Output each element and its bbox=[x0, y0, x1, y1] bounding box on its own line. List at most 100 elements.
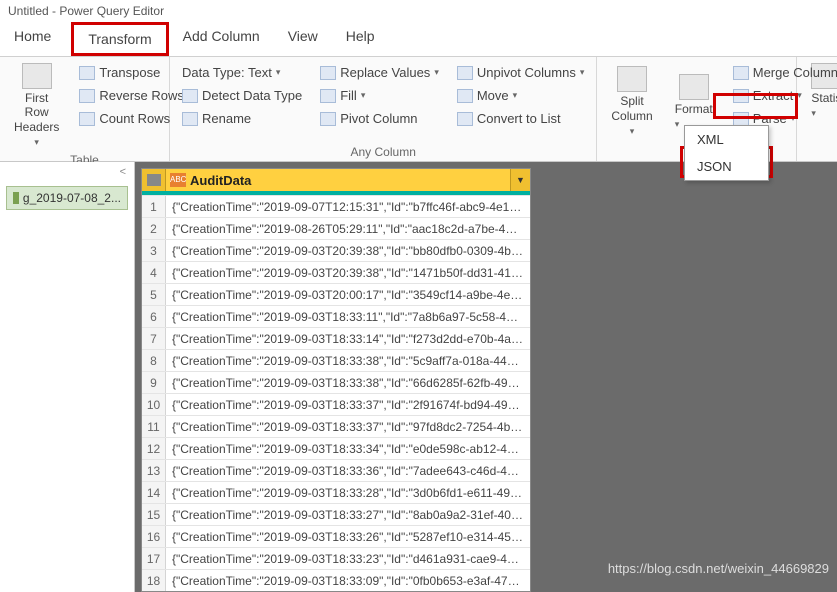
pivot-column-button[interactable]: Pivot Column bbox=[316, 109, 443, 128]
row-number[interactable]: 3 bbox=[142, 240, 166, 261]
cell-value[interactable]: {"CreationTime":"2019-09-03T18:33:38","I… bbox=[166, 350, 530, 371]
cell-value[interactable]: {"CreationTime":"2019-09-03T18:33:36","I… bbox=[166, 460, 530, 481]
cell-value[interactable]: {"CreationTime":"2019-09-03T18:33:23","I… bbox=[166, 548, 530, 569]
detect-icon bbox=[182, 89, 198, 103]
cell-value[interactable]: {"CreationTime":"2019-09-07T12:15:31","I… bbox=[166, 196, 530, 217]
transpose-icon bbox=[79, 66, 95, 80]
reverse-icon bbox=[79, 89, 95, 103]
table-row[interactable]: 6{"CreationTime":"2019-09-03T18:33:11","… bbox=[142, 305, 530, 327]
column-type-icon[interactable]: ABC bbox=[170, 173, 186, 187]
table-row[interactable]: 2{"CreationTime":"2019-08-26T05:29:11","… bbox=[142, 217, 530, 239]
rename-icon bbox=[182, 112, 198, 126]
cell-value[interactable]: {"CreationTime":"2019-09-03T18:33:26","I… bbox=[166, 526, 530, 547]
table-row[interactable]: 16{"CreationTime":"2019-09-03T18:33:26",… bbox=[142, 525, 530, 547]
row-number[interactable]: 17 bbox=[142, 548, 166, 569]
collapse-queries-button[interactable]: < bbox=[0, 162, 134, 182]
table-row[interactable]: 10{"CreationTime":"2019-09-03T18:33:37",… bbox=[142, 393, 530, 415]
convert-to-list-button[interactable]: Convert to List bbox=[453, 109, 589, 128]
query-item[interactable]: g_2019-07-08_2... bbox=[6, 186, 128, 210]
row-number[interactable]: 9 bbox=[142, 372, 166, 393]
ribbon-tabs: Home Transform Add Column View Help bbox=[0, 22, 837, 57]
query-icon bbox=[13, 192, 19, 204]
count-icon bbox=[79, 112, 95, 126]
window-title: Untitled - Power Query Editor bbox=[0, 0, 837, 22]
table-row[interactable]: 9{"CreationTime":"2019-09-03T18:33:38","… bbox=[142, 371, 530, 393]
cell-value[interactable]: {"CreationTime":"2019-09-03T18:33:09","I… bbox=[166, 570, 530, 591]
cell-value[interactable]: {"CreationTime":"2019-09-03T20:39:38","I… bbox=[166, 240, 530, 261]
merge-columns-button[interactable]: Merge Columns bbox=[729, 63, 837, 82]
row-number[interactable]: 15 bbox=[142, 504, 166, 525]
fill-button[interactable]: Fill bbox=[316, 86, 443, 105]
table-row[interactable]: 15{"CreationTime":"2019-09-03T18:33:27",… bbox=[142, 503, 530, 525]
data-type-button[interactable]: Data Type: Text bbox=[178, 63, 306, 82]
cell-value[interactable]: {"CreationTime":"2019-09-03T18:33:11","I… bbox=[166, 306, 530, 327]
data-preview: ABC AuditData ▼ 1{"CreationTime":"2019-0… bbox=[135, 162, 837, 592]
cell-value[interactable]: {"CreationTime":"2019-09-03T20:00:17","I… bbox=[166, 284, 530, 305]
unpivot-icon bbox=[457, 66, 473, 80]
row-number[interactable]: 8 bbox=[142, 350, 166, 371]
table-row[interactable]: 7{"CreationTime":"2019-09-03T18:33:14","… bbox=[142, 327, 530, 349]
cell-value[interactable]: {"CreationTime":"2019-09-03T18:33:34","I… bbox=[166, 438, 530, 459]
row-number[interactable]: 13 bbox=[142, 460, 166, 481]
select-all-corner[interactable] bbox=[142, 169, 166, 191]
table-row[interactable]: 4{"CreationTime":"2019-09-03T20:39:38","… bbox=[142, 261, 530, 283]
table-row[interactable]: 12{"CreationTime":"2019-09-03T18:33:34",… bbox=[142, 437, 530, 459]
data-grid: ABC AuditData ▼ 1{"CreationTime":"2019-0… bbox=[141, 168, 531, 592]
queries-pane: < g_2019-07-08_2... bbox=[0, 162, 135, 592]
merge-icon bbox=[733, 66, 749, 80]
row-number[interactable]: 6 bbox=[142, 306, 166, 327]
table-row[interactable]: 3{"CreationTime":"2019-09-03T20:39:38","… bbox=[142, 239, 530, 261]
split-icon bbox=[617, 66, 647, 92]
parse-json-item[interactable]: JSON bbox=[685, 153, 768, 180]
replace-icon bbox=[320, 66, 336, 80]
tab-view[interactable]: View bbox=[274, 22, 332, 56]
table-row[interactable]: 17{"CreationTime":"2019-09-03T18:33:23",… bbox=[142, 547, 530, 569]
row-number[interactable]: 18 bbox=[142, 570, 166, 591]
table-row[interactable]: 11{"CreationTime":"2019-09-03T18:33:37",… bbox=[142, 415, 530, 437]
table-row[interactable]: 5{"CreationTime":"2019-09-03T20:00:17","… bbox=[142, 283, 530, 305]
table-row[interactable]: 18{"CreationTime":"2019-09-03T18:33:09",… bbox=[142, 569, 530, 591]
row-number[interactable]: 5 bbox=[142, 284, 166, 305]
table-row[interactable]: 14{"CreationTime":"2019-09-03T18:33:28",… bbox=[142, 481, 530, 503]
list-icon bbox=[457, 112, 473, 126]
cell-value[interactable]: {"CreationTime":"2019-09-03T18:33:37","I… bbox=[166, 416, 530, 437]
column-filter-button[interactable]: ▼ bbox=[510, 169, 530, 191]
table-row[interactable]: 1{"CreationTime":"2019-09-07T12:15:31","… bbox=[142, 195, 530, 217]
parse-xml-item[interactable]: XML bbox=[685, 126, 768, 153]
cell-value[interactable]: {"CreationTime":"2019-09-03T20:39:38","I… bbox=[166, 262, 530, 283]
tab-transform[interactable]: Transform bbox=[71, 22, 168, 56]
row-number[interactable]: 16 bbox=[142, 526, 166, 547]
row-number[interactable]: 2 bbox=[142, 218, 166, 239]
parse-dropdown: XML JSON bbox=[684, 125, 769, 181]
cell-value[interactable]: {"CreationTime":"2019-09-03T18:33:38","I… bbox=[166, 372, 530, 393]
row-number[interactable]: 11 bbox=[142, 416, 166, 437]
table-row[interactable]: 13{"CreationTime":"2019-09-03T18:33:36",… bbox=[142, 459, 530, 481]
row-number[interactable]: 14 bbox=[142, 482, 166, 503]
column-header[interactable]: ABC AuditData ▼ bbox=[142, 169, 530, 191]
cell-value[interactable]: {"CreationTime":"2019-09-03T18:33:14","I… bbox=[166, 328, 530, 349]
cell-value[interactable]: {"CreationTime":"2019-09-03T18:33:27","I… bbox=[166, 504, 530, 525]
move-button[interactable]: Move bbox=[453, 86, 589, 105]
table-row[interactable]: 8{"CreationTime":"2019-09-03T18:33:38","… bbox=[142, 349, 530, 371]
use-first-row-headers-button[interactable]: First Row Headers bbox=[8, 61, 65, 151]
row-number[interactable]: 10 bbox=[142, 394, 166, 415]
format-icon bbox=[679, 74, 709, 100]
detect-data-type-button[interactable]: Detect Data Type bbox=[178, 86, 306, 105]
tab-add-column[interactable]: Add Column bbox=[169, 22, 274, 56]
rename-button[interactable]: Rename bbox=[178, 109, 306, 128]
row-number[interactable]: 1 bbox=[142, 196, 166, 217]
row-number[interactable]: 4 bbox=[142, 262, 166, 283]
row-number[interactable]: 7 bbox=[142, 328, 166, 349]
cell-value[interactable]: {"CreationTime":"2019-09-03T18:33:28","I… bbox=[166, 482, 530, 503]
table-corner-icon bbox=[147, 174, 161, 186]
split-column-button[interactable]: Split Column bbox=[605, 61, 658, 143]
group-any-column-label: Any Column bbox=[178, 143, 588, 159]
tab-home[interactable]: Home bbox=[0, 22, 65, 56]
tab-help[interactable]: Help bbox=[332, 22, 389, 56]
column-name[interactable]: AuditData bbox=[190, 173, 510, 188]
cell-value[interactable]: {"CreationTime":"2019-08-26T05:29:11","I… bbox=[166, 218, 530, 239]
unpivot-columns-button[interactable]: Unpivot Columns bbox=[453, 63, 589, 82]
row-number[interactable]: 12 bbox=[142, 438, 166, 459]
cell-value[interactable]: {"CreationTime":"2019-09-03T18:33:37","I… bbox=[166, 394, 530, 415]
replace-values-button[interactable]: Replace Values bbox=[316, 63, 443, 82]
